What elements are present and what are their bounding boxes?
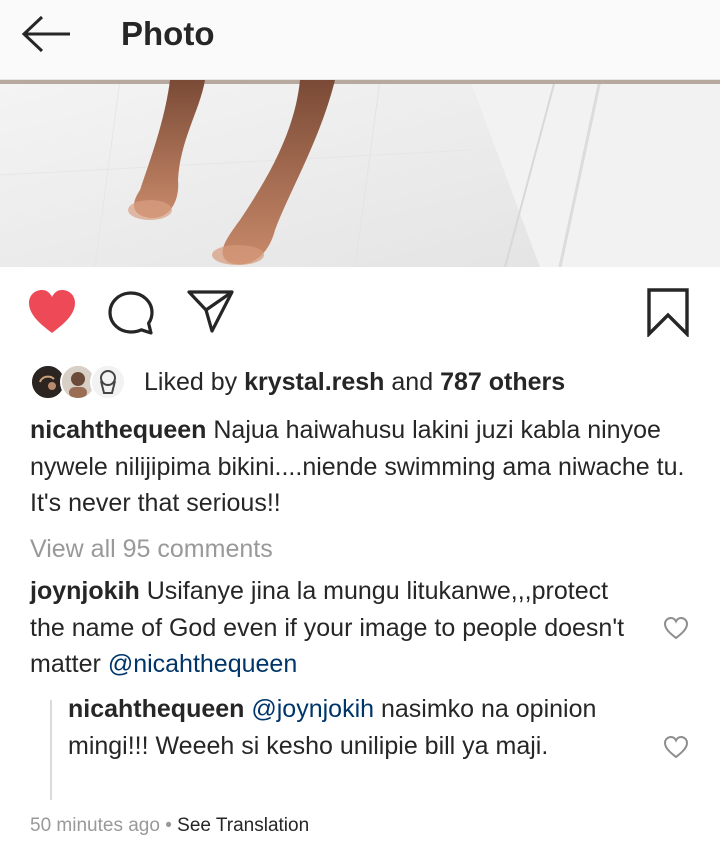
timestamp: 50 minutes ago: [30, 815, 160, 836]
reply-mention[interactable]: @joynjokih: [251, 695, 374, 723]
paper-plane-icon[interactable]: [186, 288, 236, 334]
avatar: [90, 364, 126, 400]
photo-image: [0, 80, 720, 267]
post-photo[interactable]: [0, 80, 720, 267]
reply-thread-line: [50, 700, 52, 800]
view-all-comments-link[interactable]: View all 95 comments: [30, 532, 273, 566]
likes-prefix: Liked by: [144, 367, 238, 396]
heart-filled-icon[interactable]: [26, 288, 78, 336]
post-caption: nicahthequeen Najua haiwahusu lakini juz…: [30, 412, 690, 522]
meta-separator: •: [165, 815, 172, 836]
arrow-left-icon: [21, 15, 70, 53]
page-title: Photo: [121, 15, 215, 52]
caption-username[interactable]: nicahthequeen: [30, 416, 206, 444]
post-meta: 50 minutes ago • See Translation: [30, 812, 309, 840]
comment: joynjokih Usifanye jina la mungu litukan…: [30, 573, 640, 683]
comment-mention[interactable]: @nicahthequeen: [108, 650, 297, 678]
reply-username[interactable]: nicahthequeen: [68, 695, 244, 723]
liked-by-username[interactable]: krystal.resh: [244, 368, 384, 396]
likes-joiner: and: [391, 367, 434, 396]
bookmark-icon[interactable]: [646, 287, 690, 337]
see-translation-link[interactable]: See Translation: [177, 815, 309, 836]
speech-bubble-icon[interactable]: [106, 289, 156, 337]
heart-outline-icon[interactable]: [663, 735, 689, 759]
reply-comment: nicahthequeen @joynjokih nasimko na opin…: [68, 691, 643, 764]
likes-text: Liked by krystal.resh and 787 others: [144, 368, 565, 397]
liker-avatars: [30, 362, 130, 402]
back-button[interactable]: [18, 14, 78, 54]
post-actions: [0, 280, 720, 344]
top-bar: Photo: [0, 0, 720, 80]
comment-username[interactable]: joynjokih: [30, 577, 140, 605]
likes-count[interactable]: 787 others: [440, 368, 565, 396]
likes-summary[interactable]: Liked by krystal.resh and 787 others: [30, 362, 565, 402]
heart-outline-icon[interactable]: [663, 616, 689, 640]
